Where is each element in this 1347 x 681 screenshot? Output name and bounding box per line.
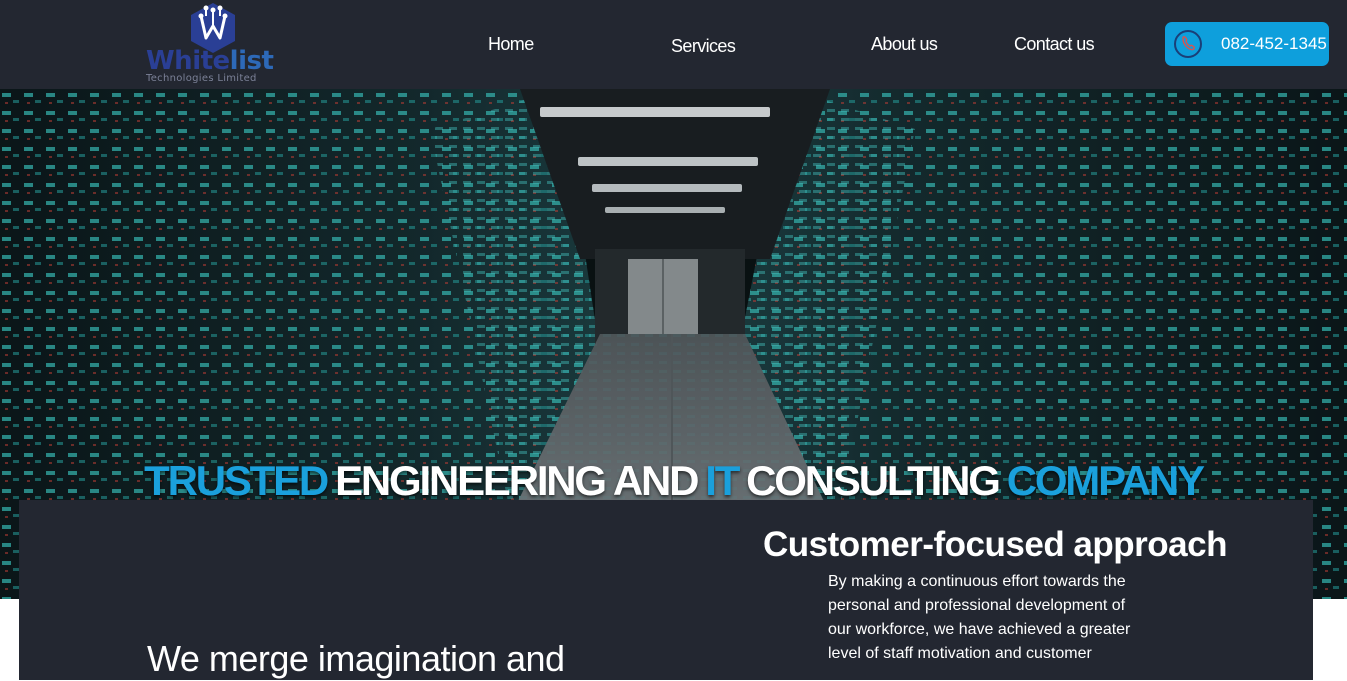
nav-contact-us[interactable]: Contact us: [1014, 33, 1095, 55]
card-heading: Customer-focused approach: [763, 525, 1227, 564]
nav-services[interactable]: Services: [671, 35, 736, 57]
brand-tagline: Technologies Limited: [146, 73, 257, 84]
phone-number: 082-452-1345: [1221, 34, 1327, 53]
card-body-text: By making a continuous effort towards th…: [828, 573, 1131, 662]
brand-name-main: White: [146, 46, 230, 76]
feature-card: We merge imagination and Customer-focuse…: [19, 500, 1313, 680]
card-lead-heading: We merge imagination and: [147, 638, 565, 679]
hero-title-word: IT: [705, 457, 740, 504]
hero-title: TRUSTED ENGINEERING AND IT CONSULTING COMPAN…: [0, 456, 1347, 506]
brand-name: Whitelist: [146, 46, 274, 76]
hero-title-word: CONSULTING: [746, 457, 1001, 504]
top-navbar: Whitelist Technologies Limited Home Serv…: [0, 0, 1347, 89]
brand-logo[interactable]: Whitelist Technologies Limited: [146, 2, 280, 86]
phone-icon: [1174, 30, 1202, 58]
nav-home[interactable]: Home: [488, 33, 534, 55]
phone-call-button[interactable]: 082-452-1345: [1165, 22, 1329, 66]
brand-name-accent: list: [229, 46, 274, 76]
hero-title-word: COMPANY: [1006, 457, 1205, 504]
hero-title-word: TRUSTED: [144, 457, 329, 504]
hero-title-word: ENGINEERING AND: [335, 457, 699, 504]
nav-about-us[interactable]: About us: [871, 33, 938, 55]
